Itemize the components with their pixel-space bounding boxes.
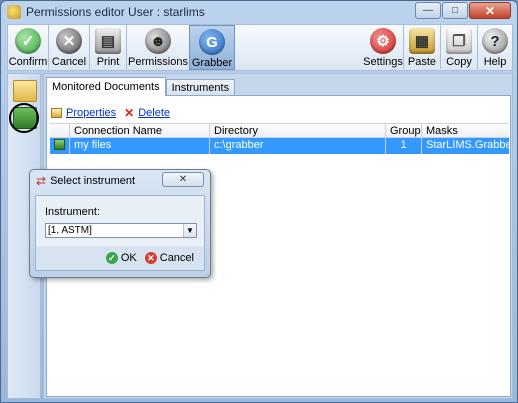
copy-button[interactable]: ❐ Copy	[441, 25, 477, 70]
paste-button[interactable]: ▦ Paste	[404, 25, 440, 70]
row-masks: StarLIMS.Grabber....	[426, 139, 509, 151]
permissions-label: Permissions	[128, 56, 188, 68]
settings-button[interactable]: ⚙ Settings	[363, 25, 403, 70]
instrument-select[interactable]: [1, ASTM] ▼	[45, 223, 197, 238]
row-directory: c:\grabber	[210, 138, 386, 154]
app-user-icon	[7, 5, 21, 19]
table-row[interactable]: my files c:\grabber 1 StarLIMS.Grabber..…	[50, 138, 509, 154]
select-instrument-dialog: ⇄ Select instrument ✕ Instrument: [1, AS…	[29, 169, 211, 278]
paste-label: Paste	[407, 56, 437, 68]
delete-link[interactable]: Delete	[138, 107, 170, 119]
minimize-button[interactable]: —	[415, 2, 441, 19]
highlight-circle	[9, 103, 39, 133]
printer-icon: ▤	[95, 28, 121, 54]
help-button[interactable]: ? Help	[478, 25, 512, 70]
header-directory[interactable]: Directory	[210, 124, 386, 137]
instrument-label: Instrument:	[45, 206, 101, 218]
print-label: Print	[96, 56, 120, 68]
app-window: Permissions editor User : starlims — □ ✕…	[0, 0, 518, 403]
dialog-close-button[interactable]: ✕	[162, 172, 204, 187]
ok-button[interactable]: ✓ OK	[105, 252, 137, 264]
dialog-cancel-button[interactable]: ✕ Cancel	[144, 252, 194, 264]
grabber-g-icon: G	[199, 29, 225, 55]
tab-strip: Monitored Documents Instruments	[46, 77, 236, 96]
settings-label: Settings	[363, 56, 403, 68]
users-icon: ☻	[145, 28, 171, 54]
copy-label: Copy	[446, 56, 472, 68]
dialog-title: Select instrument	[50, 175, 136, 187]
instrument-select-value: [1, ASTM]	[48, 225, 92, 236]
ok-check-icon: ✓	[105, 252, 118, 264]
confirm-button[interactable]: ✓ Confirm	[8, 25, 48, 70]
cancel-x-icon: ✕	[144, 252, 157, 264]
copy-pages-icon: ❐	[446, 28, 472, 54]
header-icon-column	[50, 124, 70, 137]
gear-icon: ⚙	[370, 28, 396, 54]
tab-instruments[interactable]: Instruments	[165, 79, 236, 96]
confirm-label: Confirm	[8, 56, 48, 68]
open-folder-icon[interactable]	[13, 80, 37, 102]
row-doc-icon	[50, 138, 70, 154]
close-button[interactable]: ✕	[469, 2, 511, 19]
cancel-x-icon: ✕	[56, 28, 82, 54]
dialog-cancel-label: Cancel	[159, 252, 194, 264]
help-label: Help	[483, 56, 507, 68]
window-title: Permissions editor User : starlims	[26, 5, 205, 19]
row-connection-name: my files	[70, 138, 210, 154]
toolbar: ✓ Confirm ✕ Cancel ▤ Print ☻ Permissions…	[7, 24, 513, 71]
dialog-arrows-icon: ⇄	[36, 174, 47, 188]
dialog-body: Instrument: [1, ASTM] ▼ ✓ OK ✕ Cancel	[35, 195, 205, 271]
confirm-check-icon: ✓	[15, 28, 41, 54]
print-button[interactable]: ▤ Print	[90, 25, 126, 70]
title-bar: Permissions editor User : starlims — □ ✕	[1, 1, 517, 23]
permissions-button[interactable]: ☻ Permissions	[127, 25, 189, 70]
properties-icon	[51, 108, 62, 118]
help-question-icon: ?	[482, 28, 508, 54]
tab-monitored-documents[interactable]: Monitored Documents	[46, 77, 166, 96]
maximize-button[interactable]: □	[442, 2, 468, 19]
ok-label: OK	[120, 252, 137, 264]
dialog-button-row: ✓ OK ✕ Cancel	[36, 246, 204, 270]
action-bar: Properties ✕ Delete	[51, 106, 170, 120]
delete-x-icon: ✕	[124, 106, 135, 120]
table-header: Connection Name Directory Groups Masks	[50, 123, 509, 138]
grabber-button[interactable]: G Grabber	[189, 25, 235, 70]
header-connection-name[interactable]: Connection Name	[70, 124, 210, 137]
chevron-down-icon[interactable]: ▼	[183, 224, 196, 237]
header-masks[interactable]: Masks	[422, 124, 509, 137]
cancel-label: Cancel	[51, 56, 87, 68]
clipboard-icon: ▦	[409, 28, 435, 54]
row-groups: 1	[386, 138, 422, 154]
cancel-button[interactable]: ✕ Cancel	[49, 25, 89, 70]
header-groups[interactable]: Groups	[386, 124, 422, 137]
documents-table: Connection Name Directory Groups Masks m…	[50, 123, 509, 154]
properties-link[interactable]: Properties	[66, 107, 116, 119]
grabber-label: Grabber	[191, 57, 233, 69]
